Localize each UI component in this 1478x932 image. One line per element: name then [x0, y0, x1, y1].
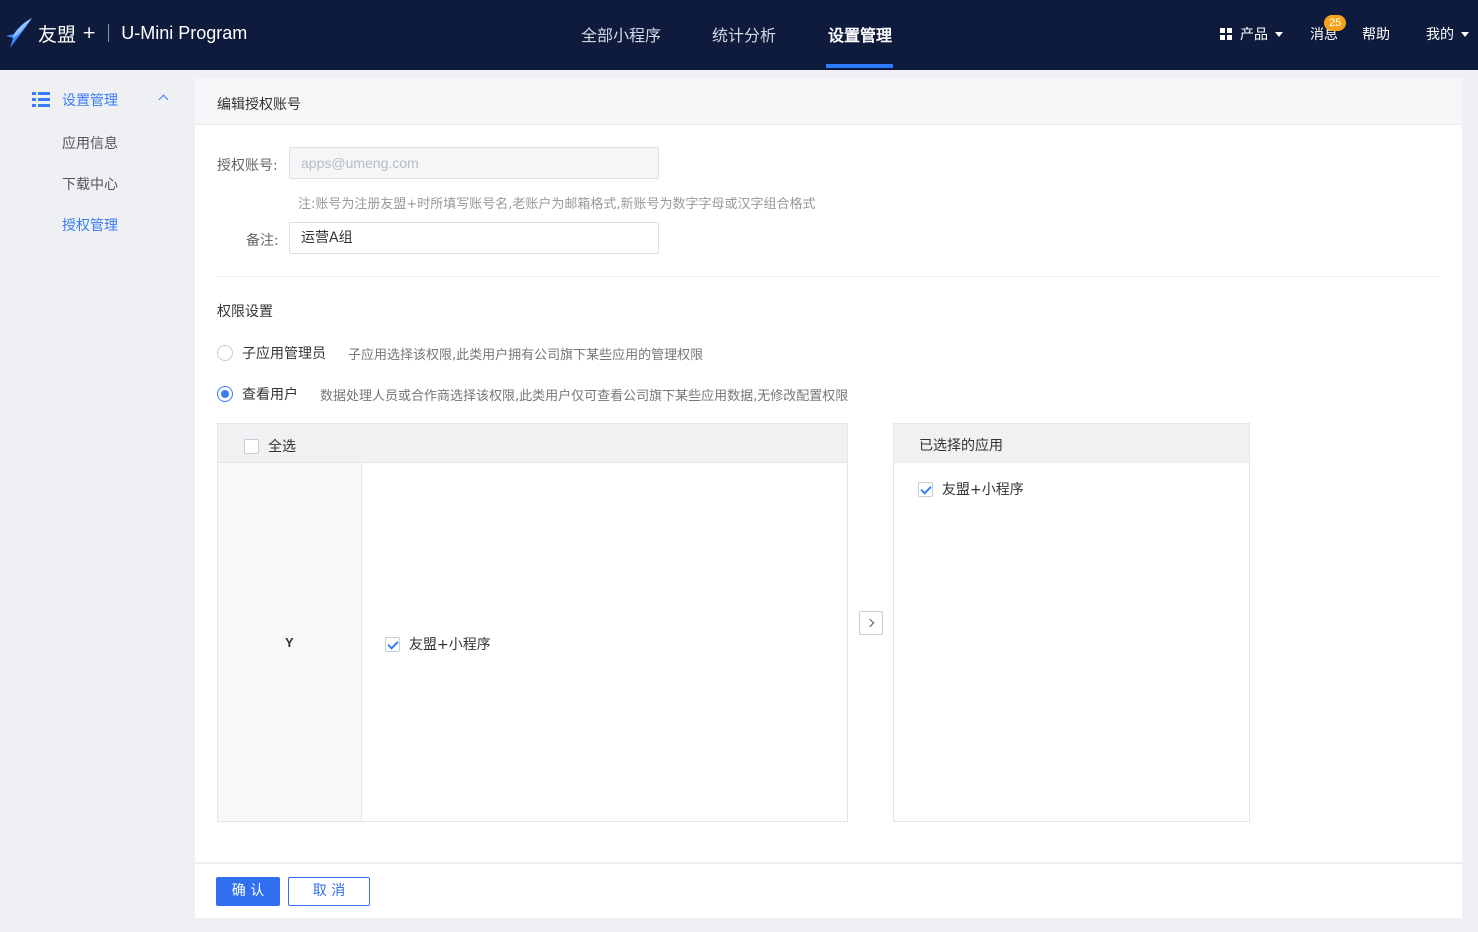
available-apps-panel: 全选 Y 友盟+小程序: [217, 423, 848, 822]
confirm-button[interactable]: 确 认: [216, 877, 280, 906]
sidebar-group-label: 设置管理: [62, 93, 118, 109]
select-all-label: 全选: [268, 439, 296, 455]
brand-bird-icon: [6, 18, 32, 48]
app-label: 友盟+小程序: [942, 482, 1024, 498]
sidebar-item-app-info[interactable]: 应用信息: [62, 133, 118, 153]
products-label: 产品: [1240, 27, 1268, 43]
sidebar: 设置管理 应用信息 下载中心 授权管理: [0, 70, 195, 932]
radio-viewer[interactable]: [217, 386, 233, 402]
selected-apps-title: 已选择的应用: [919, 438, 1003, 454]
app-checkbox[interactable]: [385, 636, 400, 652]
brand-name: 友盟: [38, 23, 77, 46]
radio-label: 子应用管理员: [242, 346, 326, 362]
account-label: 我的: [1426, 27, 1454, 43]
caret-down-icon: [1461, 31, 1469, 37]
app-checkbox[interactable]: [918, 481, 933, 497]
brand-divider: [108, 24, 110, 42]
products-menu[interactable]: 产品: [1220, 24, 1283, 44]
chevron-up-icon[interactable]: [158, 94, 169, 105]
grid-icon: [1220, 28, 1232, 40]
caret-down-icon: [1275, 31, 1283, 37]
select-all-checkbox[interactable]: [244, 438, 259, 454]
brand[interactable]: 友盟 + U-Mini Program: [4, 16, 247, 50]
permissions-title: 权限设置: [217, 304, 273, 320]
tab-all-mini-programs[interactable]: 全部小程序: [581, 22, 661, 46]
remark-input[interactable]: 运营A组: [289, 222, 659, 254]
tab-statistics[interactable]: 统计分析: [712, 22, 776, 46]
account-menu[interactable]: 我的: [1426, 24, 1469, 44]
permission-option-sub-admin[interactable]: 子应用管理员 子应用选择该权限,此类用户拥有公司旗下某些应用的管理权限: [217, 343, 703, 363]
permission-option-viewer[interactable]: 查看用户 数据处理人员或合作商选择该权限,此类用户仅可查看公司旗下某些应用数据,…: [217, 384, 848, 404]
sidebar-group-settings[interactable]: 设置管理: [32, 90, 118, 110]
radio-label: 查看用户: [242, 387, 298, 403]
panel-header: 编辑授权账号: [195, 78, 1462, 125]
help-label: 帮助: [1362, 27, 1390, 43]
selected-apps-header: 已选择的应用: [894, 424, 1249, 463]
brand-plus: +: [82, 23, 97, 43]
app-group-label: Y: [285, 635, 294, 650]
tab-settings[interactable]: 设置管理: [828, 22, 892, 46]
active-tab-indicator: [826, 64, 893, 68]
messages-badge: 25: [1324, 15, 1347, 31]
app-group-column: Y: [218, 463, 362, 821]
app-label: 友盟+小程序: [409, 637, 491, 653]
account-label: 授权账号:: [217, 158, 278, 174]
cancel-button[interactable]: 取 消: [288, 877, 370, 906]
select-all[interactable]: 全选: [244, 436, 296, 456]
form-footer: 确 认 取 消: [195, 863, 1462, 918]
help-link[interactable]: 帮助: [1362, 24, 1390, 44]
edit-account-panel: 编辑授权账号 授权账号: apps@umeng.com 注:账号为注册友盟+时所…: [195, 78, 1462, 862]
section-divider: [217, 276, 1439, 277]
account-input[interactable]: apps@umeng.com: [289, 147, 659, 179]
list-item[interactable]: 友盟+小程序: [385, 634, 491, 654]
top-nav-bar: 友盟 + U-Mini Program 全部小程序 统计分析 设置管理 产品 消…: [0, 0, 1478, 70]
account-note: 注:账号为注册友盟+时所填写账号名,老账户为邮箱格式,新账号为数字字母或汉字组合…: [298, 197, 816, 212]
available-apps-header: 全选: [218, 424, 847, 463]
page-title: 编辑授权账号: [217, 97, 301, 113]
remark-label: 备注:: [246, 233, 279, 249]
list-icon: [32, 92, 50, 108]
sidebar-item-download-center[interactable]: 下载中心: [62, 174, 118, 194]
brand-subtitle: U-Mini Program: [121, 22, 248, 43]
list-item[interactable]: 友盟+小程序: [918, 479, 1024, 499]
radio-description: 子应用选择该权限,此类用户拥有公司旗下某些应用的管理权限: [348, 347, 704, 363]
radio-description: 数据处理人员或合作商选择该权限,此类用户仅可查看公司旗下某些应用数据,无修改配置…: [320, 388, 849, 404]
radio-sub-admin[interactable]: [217, 345, 233, 361]
transfer-right-button[interactable]: [859, 611, 883, 635]
sidebar-item-authorization[interactable]: 授权管理: [62, 215, 118, 235]
selected-apps-panel: 已选择的应用 友盟+小程序: [893, 423, 1250, 822]
